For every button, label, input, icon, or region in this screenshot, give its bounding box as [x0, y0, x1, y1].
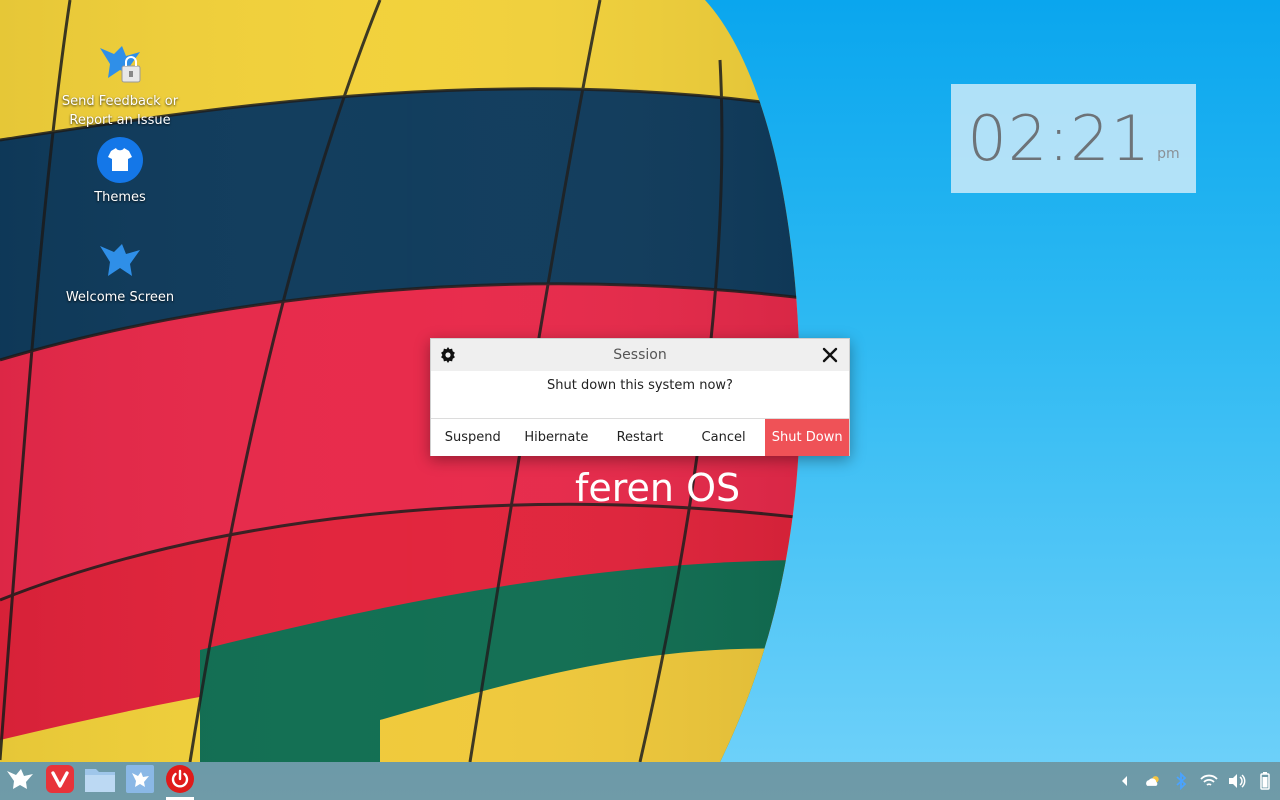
taskbar — [0, 762, 1280, 800]
dialog-button-row: Suspend Hibernate Restart Cancel Shut Do… — [431, 419, 849, 456]
arrow-left-icon[interactable] — [1116, 772, 1134, 790]
menu-bird-icon — [5, 767, 35, 795]
clock-time: 02:21 — [967, 102, 1152, 175]
dialog-message: Shut down this system now? — [431, 371, 849, 419]
vivaldi-browser-icon — [45, 764, 75, 798]
system-tray — [1116, 762, 1274, 800]
desktop-icon-welcome-screen[interactable]: Welcome Screen — [60, 236, 180, 307]
power-launcher[interactable] — [160, 762, 200, 800]
vivaldi-launcher[interactable] — [40, 762, 80, 800]
wifi-icon[interactable] — [1200, 772, 1218, 790]
feedback-bird-lock-icon — [96, 40, 144, 88]
weather-icon[interactable] — [1144, 772, 1162, 790]
battery-icon[interactable] — [1256, 772, 1274, 790]
hibernate-button[interactable]: Hibernate — [514, 419, 599, 456]
suspend-button[interactable]: Suspend — [431, 419, 515, 456]
desktop-icon-send-feedback[interactable]: Send Feedback or Report an Issue — [60, 40, 180, 130]
session-dialog: Session Shut down this system now? Suspe… — [430, 338, 850, 456]
feren-store-icon — [125, 764, 155, 798]
clock-ampm: pm — [1157, 145, 1180, 162]
clock-widget: 02:21 pm — [951, 84, 1196, 193]
restart-button[interactable]: Restart — [598, 419, 682, 456]
gear-icon[interactable] — [439, 346, 457, 364]
brand-logo-text: feren OS — [575, 466, 741, 510]
dialog-titlebar[interactable]: Session — [431, 339, 849, 371]
desktop-icon-label: Welcome Screen — [65, 290, 175, 305]
themes-shirt-icon — [96, 136, 144, 184]
power-icon — [165, 764, 195, 798]
welcome-bird-icon — [96, 236, 144, 284]
volume-icon[interactable] — [1228, 772, 1246, 790]
dialog-title: Session — [613, 347, 667, 363]
cancel-button[interactable]: Cancel — [681, 419, 766, 456]
shutdown-button[interactable]: Shut Down — [765, 419, 849, 456]
file-manager-launcher[interactable] — [80, 762, 120, 800]
desktop-icon-themes[interactable]: Themes — [60, 136, 180, 207]
bluetooth-icon[interactable] — [1172, 772, 1190, 790]
feren-store-launcher[interactable] — [120, 762, 160, 800]
start-menu-button[interactable] — [0, 762, 40, 800]
desktop-icon-label: Themes — [94, 190, 146, 205]
desktop-icon-label: Send Feedback or Report an Issue — [61, 94, 179, 128]
file-manager-folder-icon — [84, 765, 116, 797]
close-icon[interactable] — [821, 346, 839, 364]
